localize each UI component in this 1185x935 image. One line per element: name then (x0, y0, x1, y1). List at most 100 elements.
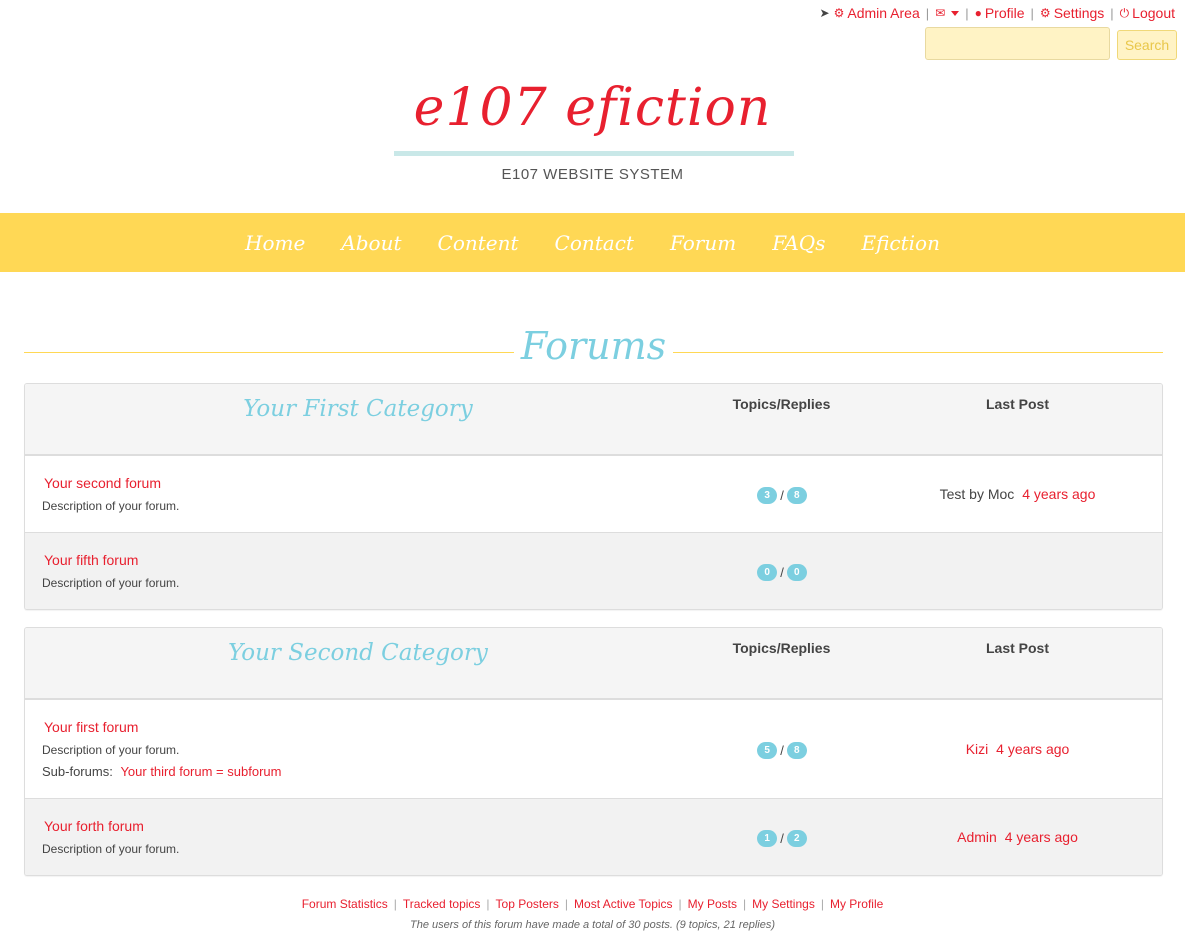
forum-description: Description of your forum. (42, 576, 180, 590)
col-last-post: Last Post (985, 396, 1049, 412)
col-topics-replies: Topics/Replies (732, 396, 831, 412)
forum-link[interactable]: Your fifth forum (44, 552, 138, 568)
page-heading: Forums (24, 322, 1163, 382)
separator: | (1030, 5, 1034, 21)
sign-in-icon: ➤ (819, 6, 830, 20)
replies-badge: 8 (786, 742, 807, 759)
nav-home[interactable]: Home (245, 231, 305, 255)
settings-label: Settings (1053, 5, 1105, 21)
title-divider (394, 151, 794, 156)
nav-about[interactable]: About (341, 231, 401, 255)
forum-row: Your second forum Description of your fo… (25, 456, 1162, 533)
last-post-time[interactable]: 4 years ago (1022, 486, 1095, 502)
separator: | (564, 897, 569, 911)
forum-description: Description of your forum. (42, 842, 180, 856)
topics-badge: 3 (757, 487, 778, 504)
separator: | (393, 897, 397, 911)
settings-link[interactable]: ⚙ Settings (1040, 5, 1104, 21)
last-post: Admin 4 years ago (905, 829, 1130, 845)
last-post: Kizi 4 years ago (905, 741, 1130, 757)
replies-badge: 0 (786, 564, 807, 581)
separator: | (925, 5, 930, 21)
user-toolbar: ➤ ⚙ Admin Area | ✉ | ● Profile | ⚙ Setti… (820, 4, 1175, 22)
last-post-time[interactable]: 4 years ago (1005, 829, 1078, 845)
last-post: Test by Moc 4 years ago (905, 486, 1130, 502)
heading-rule-right (673, 352, 1163, 353)
forum-counts: 1 / 2 (755, 830, 809, 847)
forum-counts: 0 / 0 (755, 564, 809, 581)
forum-statistics-link[interactable]: Forum Statistics (302, 897, 388, 911)
category-title: Your First Category (243, 396, 473, 422)
my-settings-link[interactable]: My Settings (752, 897, 815, 911)
forum-link[interactable]: Your forth forum (44, 818, 144, 834)
nav-content[interactable]: Content (438, 231, 519, 255)
nav-contact[interactable]: Contact (555, 231, 634, 255)
forum-row: Your fifth forum Description of your for… (25, 533, 1162, 609)
nav-forum[interactable]: Forum (670, 231, 736, 255)
replies-badge: 2 (786, 830, 807, 847)
my-profile-link[interactable]: My Profile (830, 897, 883, 911)
forum-footer-links: Forum Statistics | Tracked topics | Top Post… (0, 897, 1185, 911)
last-post-time[interactable]: 4 years ago (996, 741, 1069, 757)
nav-faqs[interactable]: FAQs (772, 231, 825, 255)
power-icon: ⏻ (1119, 6, 1130, 20)
forum-link[interactable]: Your first forum (44, 719, 138, 735)
category-panel: Your Second Category Topics/Replies Last… (24, 627, 1163, 876)
topics-badge: 0 (757, 564, 778, 581)
separator: | (820, 897, 824, 911)
separator: | (965, 5, 969, 21)
subforums: Sub-forums: Your third forum = subforum (42, 764, 281, 779)
most-active-topics-link[interactable]: Most Active Topics (574, 897, 672, 911)
forum-row: Your first forum Description of your for… (25, 700, 1162, 799)
last-post-author: Test by Moc (939, 486, 1015, 502)
admin-area-label: Admin Area (847, 5, 920, 21)
separator: | (1110, 5, 1114, 21)
tracked-topics-link[interactable]: Tracked topics (403, 897, 481, 911)
col-last-post: Last Post (985, 640, 1049, 656)
topics-badge: 1 (757, 830, 778, 847)
count-separator: / (780, 488, 784, 503)
main-nav: Home About Content Contact Forum FAQs Ef… (0, 213, 1185, 272)
category-header: Your Second Category Topics/Replies Last… (25, 628, 1162, 700)
cogs-icon: ⚙ (833, 6, 845, 20)
profile-link[interactable]: ● Profile (975, 5, 1025, 21)
logout-label: Logout (1132, 5, 1175, 21)
forum-description: Description of your forum. (42, 743, 180, 757)
forum-stats-text: The users of this forum have made a tota… (409, 919, 775, 931)
logout-link[interactable]: ⏻ Logout (1120, 5, 1175, 21)
envelope-icon: ✉ (935, 6, 946, 20)
category-title: Your Second Category (228, 640, 488, 666)
subforums-label: Sub-forums: (42, 764, 113, 779)
user-icon: ● (974, 6, 982, 20)
count-separator: / (780, 831, 784, 846)
profile-label: Profile (984, 5, 1025, 21)
col-topics-replies: Topics/Replies (732, 640, 831, 656)
messages-dropdown[interactable]: ✉ (935, 6, 960, 20)
my-posts-link[interactable]: My Posts (688, 897, 737, 911)
forum-counts: 5 / 8 (755, 742, 809, 759)
search-button[interactable]: Search (1117, 30, 1177, 60)
last-post-user[interactable]: Kizi (966, 741, 989, 757)
separator: | (486, 897, 490, 911)
admin-area-link[interactable]: ⚙ Admin Area (834, 5, 920, 21)
search-input[interactable] (925, 27, 1110, 60)
last-post-user[interactable]: Admin (957, 829, 997, 845)
nav-efiction[interactable]: Efiction (861, 231, 940, 255)
forum-link[interactable]: Your second forum (44, 475, 161, 491)
caret-down-icon (951, 10, 960, 16)
separator: | (743, 897, 747, 911)
replies-badge: 8 (786, 487, 807, 504)
site-title: e107 efiction (413, 78, 772, 138)
forum-description: Description of your forum. (42, 499, 180, 513)
gear-icon: ⚙ (1039, 6, 1051, 20)
subforum-link[interactable]: Your third forum = subforum (120, 764, 281, 779)
page-title: Forums (520, 324, 667, 368)
top-posters-link[interactable]: Top Posters (496, 897, 559, 911)
count-separator: / (780, 565, 784, 580)
category-panel: Your First Category Topics/Replies Last … (24, 383, 1163, 610)
forum-counts: 3 / 8 (755, 487, 809, 504)
category-header: Your First Category Topics/Replies Last … (25, 384, 1162, 456)
topics-badge: 5 (757, 742, 778, 759)
site-subtitle: E107 WEBSITE SYSTEM (501, 166, 684, 183)
count-separator: / (780, 743, 784, 758)
